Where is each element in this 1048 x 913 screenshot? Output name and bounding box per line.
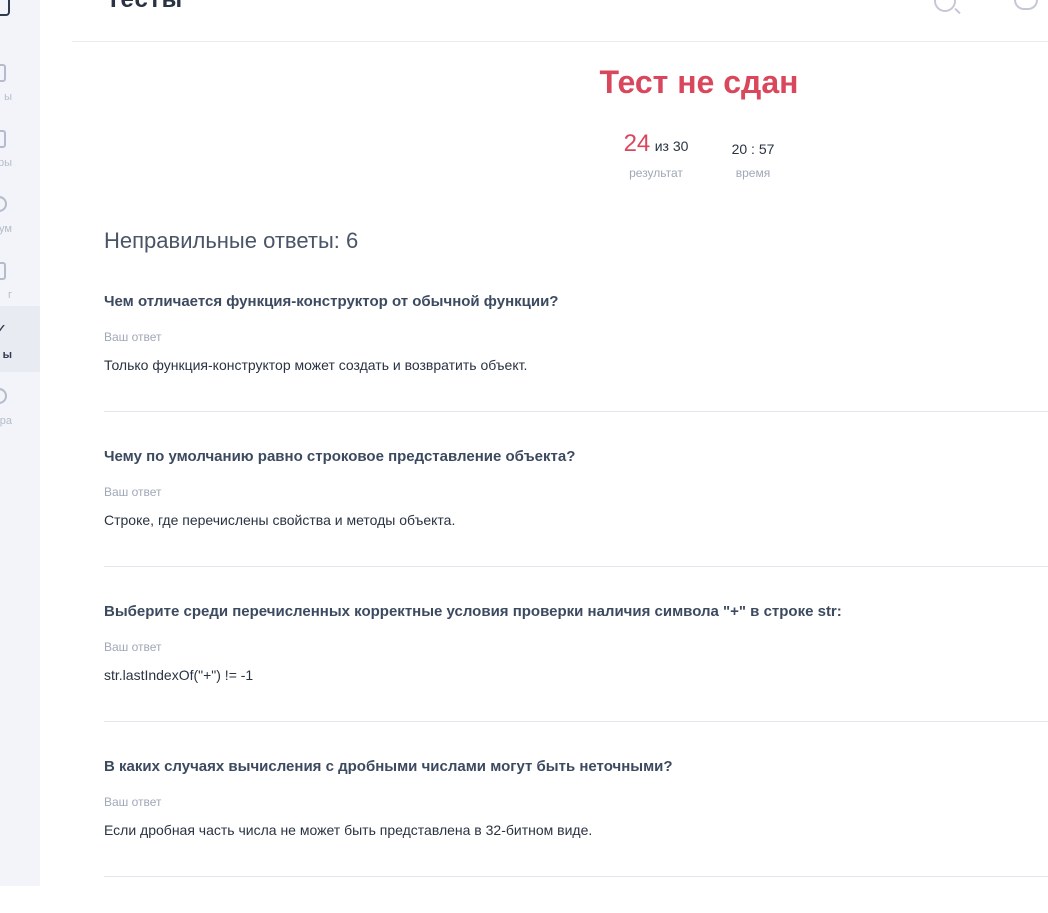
time-value: 20 : 57 [731, 141, 775, 157]
sidebar-item-label: ары [0, 157, 12, 169]
sidebar: ы ары ум г ✓ ы ера [0, 0, 40, 886]
sidebar-item-label: ера [0, 415, 12, 427]
book-icon [0, 262, 6, 280]
list-item: Чему по умолчанию равно строковое предст… [104, 448, 1048, 603]
pin-icon [0, 388, 7, 404]
bell-icon[interactable] [1014, 0, 1038, 10]
question-text: Чему по умолчанию равно строковое предст… [104, 448, 576, 465]
page-title: Тесты [106, 0, 183, 14]
sidebar-item-label: ы [2, 349, 12, 361]
score-caption: результат [629, 166, 683, 180]
divider [104, 721, 1048, 722]
divider [104, 566, 1048, 567]
sidebar-item-label: ум [0, 223, 12, 235]
sidebar-item-2[interactable]: ары [0, 114, 40, 180]
search-icon[interactable] [934, 0, 956, 12]
your-answer-label: Ваш ответ [104, 640, 162, 654]
answer-text: Строке, где перечислены свойства и метод… [104, 512, 456, 528]
your-answer-label: Ваш ответ [104, 795, 162, 809]
sidebar-item-3[interactable]: ум [0, 180, 40, 246]
divider [104, 876, 1048, 877]
your-answer-label: Ваш ответ [104, 485, 162, 499]
answer-text: Только функция-конструктор может создать… [104, 357, 528, 373]
header: Тесты [72, 0, 1048, 42]
chat-icon [0, 196, 7, 212]
time-stat: 20 : 57 время [722, 141, 784, 180]
divider [104, 411, 1048, 412]
result-title: Тест не сдан [599, 64, 799, 100]
answer-text: str.lastIndexOf("+") != -1 [104, 667, 254, 683]
question-text: Чем отличается функция-конструктор от об… [104, 293, 559, 310]
time-caption: время [735, 166, 771, 180]
score-stat: 24 из 30 результат [620, 130, 692, 180]
question-text: В каких случаях вычисления с дробными чи… [104, 758, 673, 775]
list-item: Чем отличается функция-конструктор от об… [104, 293, 1048, 448]
logo-icon[interactable] [0, 0, 10, 16]
your-answer-label: Ваш ответ [104, 330, 162, 344]
answer-text: Если дробная часть числа не может быть п… [104, 822, 593, 838]
list-item: Выберите среди перечисленных корректные … [104, 603, 1048, 758]
wrong-answers-heading: Неправильные ответы: 6 [104, 228, 359, 253]
score-value: 24 [623, 130, 651, 157]
sidebar-item-4[interactable]: г [0, 246, 40, 312]
list-item: В каких случаях вычисления с дробными чи… [104, 758, 1048, 913]
score-total: из 30 [654, 138, 689, 154]
sidebar-item-tests[interactable]: ✓ ы [0, 306, 40, 372]
check-icon: ✓ [0, 322, 8, 339]
sidebar-item-6[interactable]: ера [0, 372, 40, 438]
sidebar-item-label: г [7, 289, 12, 301]
calendar-icon [0, 130, 6, 148]
question-text: Выберите среди перечисленных корректные … [104, 603, 842, 620]
